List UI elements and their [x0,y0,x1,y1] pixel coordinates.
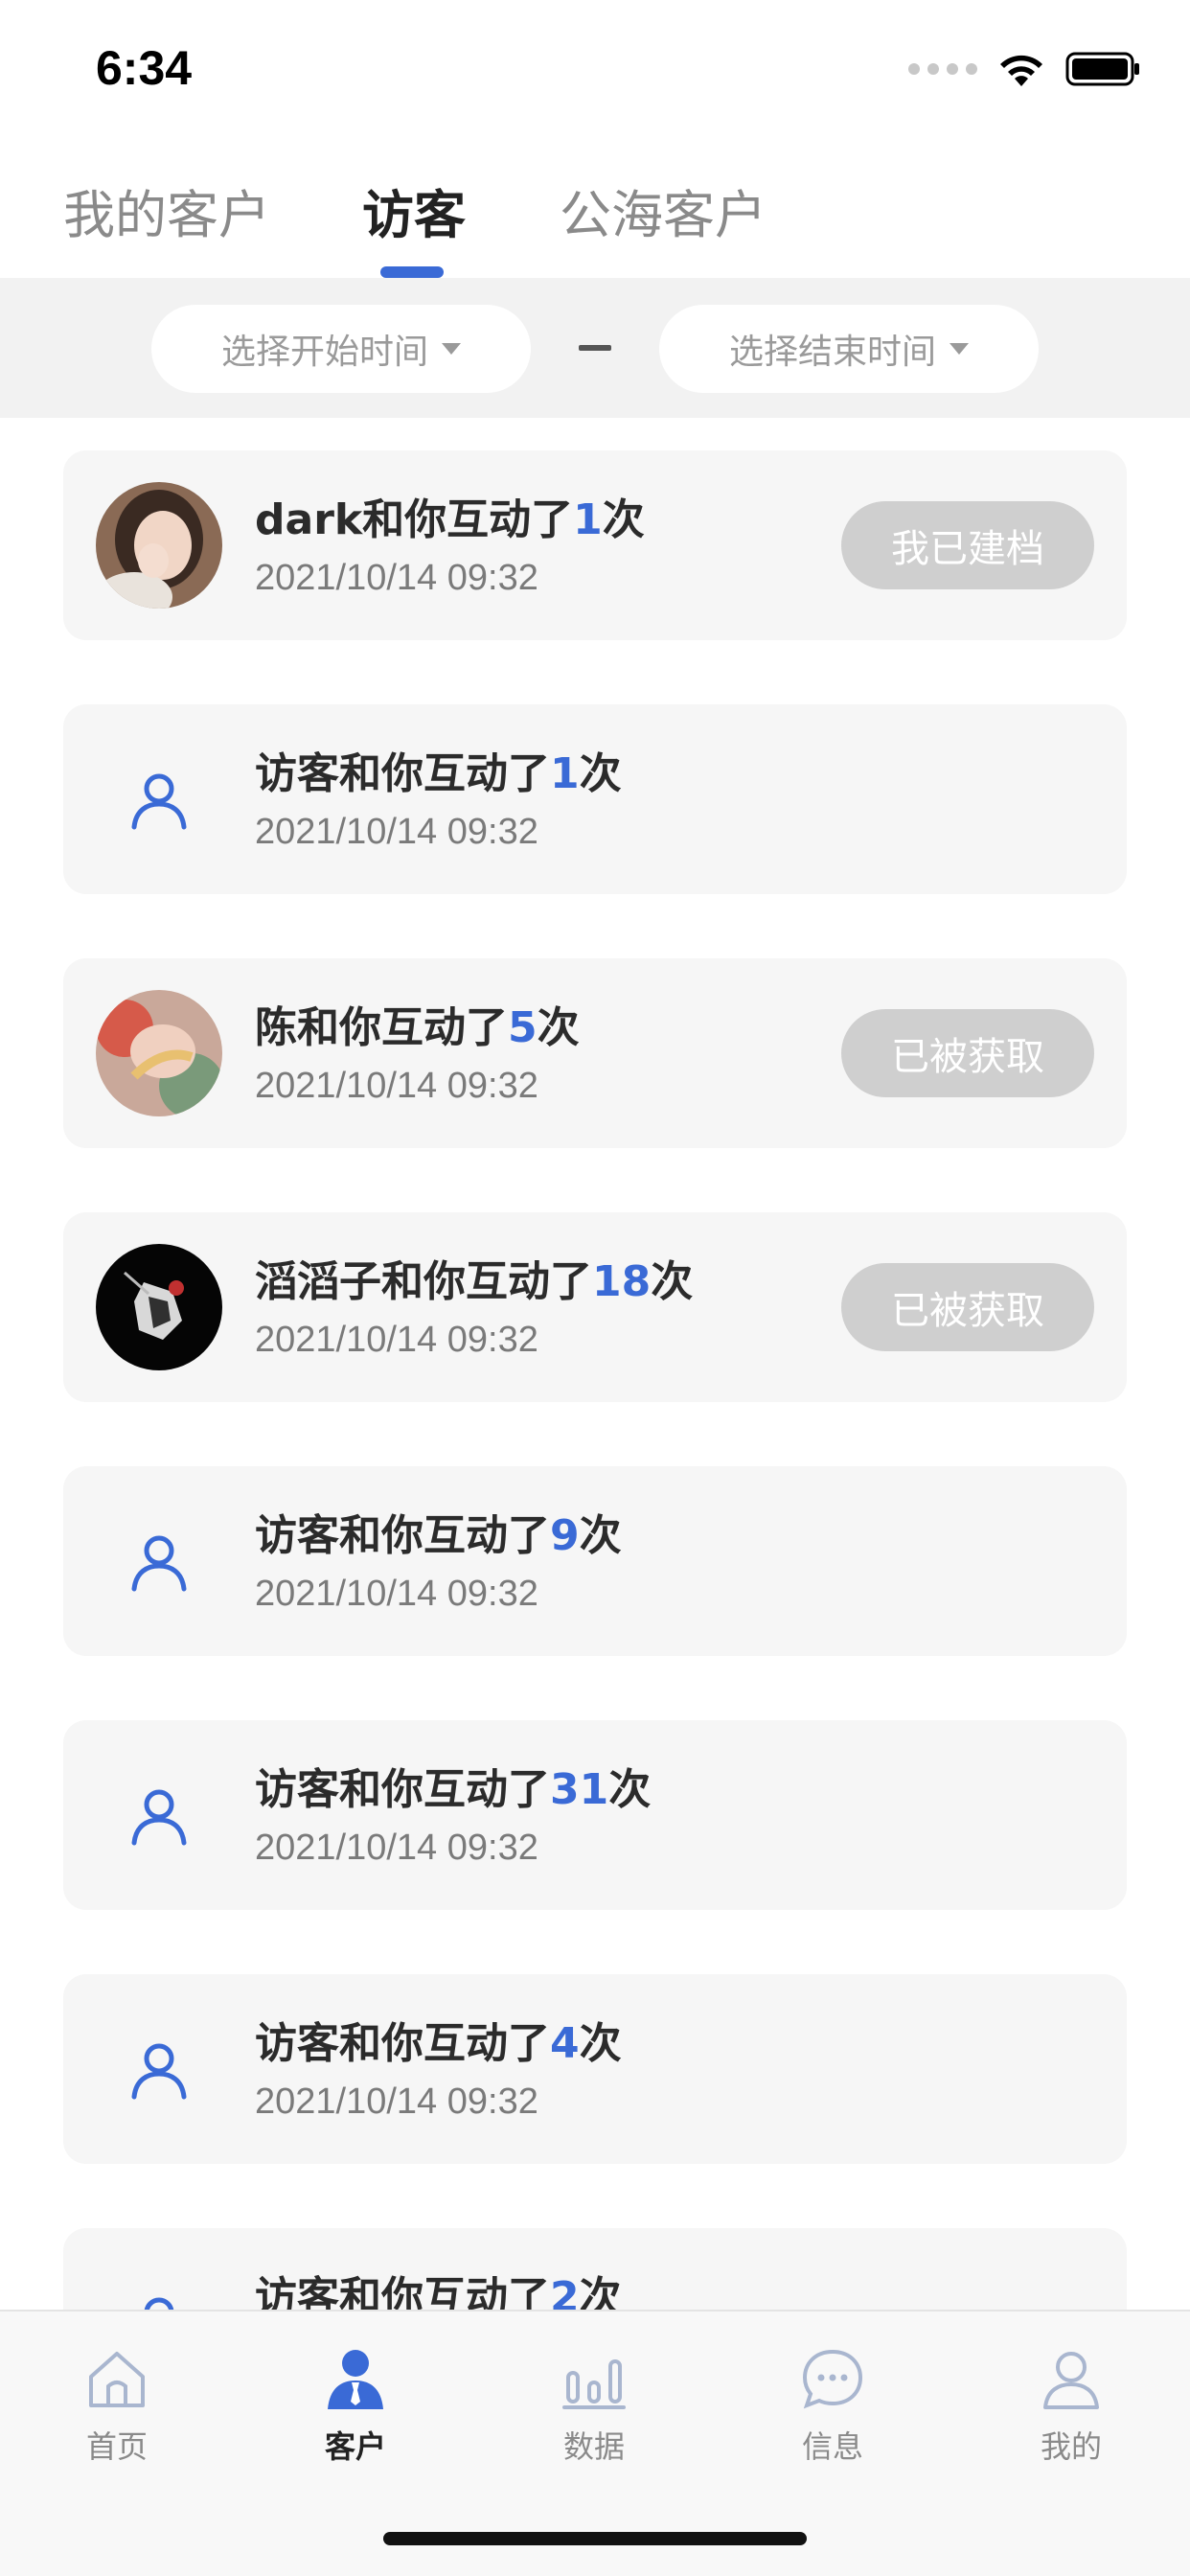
wifi-icon [1000,55,1042,86]
interaction-count: 18 [592,1257,652,1306]
visitor-list: dark和你互动了1次 2021/10/14 09:32 我已建档 访客和你互动… [0,418,1190,2310]
nav-item-profile[interactable]: 我的 [995,2346,1148,2467]
visitor-card[interactable]: 访客和你互动了2次 [63,2228,1127,2310]
visitor-title: 陈和你互动了5次 [255,1003,580,1052]
interaction-count: 1 [573,495,603,544]
status-bar: 6:34 [0,0,1190,144]
interaction-count: 4 [550,2019,580,2068]
visit-time: 2021/10/14 09:32 [255,1320,538,1360]
dropdown-caret-icon [442,343,461,355]
avatar [96,482,222,609]
dropdown-caret-icon [950,343,969,355]
person-icon [131,1789,187,1846]
visitor-card[interactable]: 访客和你互动了4次 2021/10/14 09:32 [63,1974,1127,2164]
person-icon [131,773,187,830]
visitor-card[interactable]: 访客和你互动了1次 2021/10/14 09:32 [63,704,1127,894]
visitor-title: dark和你互动了1次 [255,495,645,544]
start-date-picker[interactable]: 选择开始时间 [151,305,531,393]
battery-icon [1065,52,1139,86]
visitor-card[interactable]: 访客和你互动了31次 2021/10/14 09:32 [63,1720,1127,1910]
customer-icon [328,2350,383,2409]
visitor-title: 访客和你互动了31次 [255,1765,652,1814]
start-date-label: 选择开始时间 [220,333,428,372]
visit-time: 2021/10/14 09:32 [255,1574,538,1614]
status-icons [908,50,1142,88]
date-range-separator [579,345,611,351]
visitor-title: 访客和你互动了1次 [255,749,622,798]
person-icon [131,2043,187,2100]
interaction-count: 31 [550,1765,609,1814]
visitor-title: 访客和你互动了4次 [255,2019,622,2068]
interaction-count: 1 [550,749,580,798]
person-icon [131,1535,187,1592]
archived-button[interactable]: 我已建档 [841,501,1094,589]
message-icon [802,2349,863,2409]
nav-label: 我的 [1040,2428,1102,2465]
status-time: 6:34 [96,41,193,95]
interaction-count: 9 [550,1511,580,1560]
tab-visitors[interactable]: 访客 [362,172,466,248]
visitor-card[interactable]: 滔滔子和你互动了18次 2021/10/14 09:32 已被获取 [63,1212,1127,1402]
claimed-button[interactable]: 已被获取 [841,1263,1094,1351]
visitor-card[interactable]: 陈和你互动了5次 2021/10/14 09:32 已被获取 [63,958,1127,1148]
visitor-title: 访客和你互动了9次 [255,1511,622,1560]
tab-public-customers[interactable]: 公海客户 [560,172,767,248]
home-indicator[interactable] [383,2532,807,2545]
interaction-count: 5 [508,1003,538,1052]
visitor-card[interactable]: 访客和你互动了9次 2021/10/14 09:32 [63,1466,1127,1656]
visit-time: 2021/10/14 09:32 [255,2082,538,2122]
customer-tabs: 我的客户 访客 公海客户 [0,172,1190,278]
visitor-title: 滔滔子和你互动了18次 [255,1257,694,1306]
tab-my-customers[interactable]: 我的客户 [63,172,270,248]
nav-label: 数据 [562,2428,625,2465]
end-date-picker[interactable]: 选择结束时间 [659,305,1039,393]
nav-item-message[interactable]: 信息 [756,2346,909,2467]
visit-time: 2021/10/14 09:32 [255,1828,538,1868]
nav-label: 首页 [85,2428,148,2465]
visit-time: 2021/10/14 09:32 [255,812,538,852]
nav-item-customer[interactable]: 客户 [279,2346,432,2467]
end-date-label: 选择结束时间 [728,333,936,372]
signal-icon [908,63,977,75]
avatar [96,990,222,1116]
date-filter-bar: 选择开始时间 选择结束时间 [0,278,1190,418]
nav-label: 信息 [801,2428,863,2465]
visit-time: 2021/10/14 09:32 [255,1066,538,1106]
data-icon [562,2359,626,2409]
nav-item-home[interactable]: 首页 [40,2346,194,2467]
avatar [96,1244,222,1370]
active-tab-indicator [380,266,444,278]
claimed-button[interactable]: 已被获取 [841,1009,1094,1097]
nav-label: 客户 [324,2428,386,2465]
interaction-count: 2 [550,2273,580,2310]
person-icon [144,2297,174,2310]
visitor-card[interactable]: dark和你互动了1次 2021/10/14 09:32 我已建档 [63,450,1127,640]
visitor-title: 访客和你互动了2次 [255,2263,622,2310]
profile-icon [1043,2352,1099,2409]
home-icon [89,2352,145,2407]
visit-time: 2021/10/14 09:32 [255,558,538,598]
nav-item-data[interactable]: 数据 [517,2346,671,2467]
